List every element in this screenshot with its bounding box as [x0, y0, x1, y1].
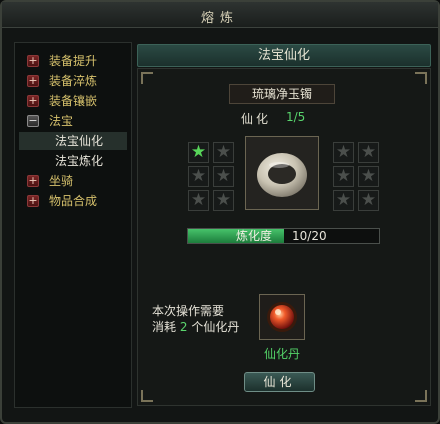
material-slot[interactable]	[259, 294, 305, 340]
star-slot-11: ★	[333, 190, 354, 211]
nav-item-treasure[interactable]: − 法宝	[25, 112, 129, 130]
jade-bracelet-icon	[257, 153, 307, 197]
nav-item-equip-upgrade[interactable]: + 装备提升	[25, 52, 129, 70]
requirement-line-1: 本次操作需要	[152, 304, 225, 318]
sub-item-label: 法宝仙化	[55, 134, 104, 148]
corner-ornament	[415, 390, 427, 402]
nav-item-item-synthesis[interactable]: + 物品合成	[25, 192, 129, 210]
nav-item-label: 装备淬炼	[49, 74, 98, 88]
nav-item-label: 物品合成	[49, 194, 98, 208]
star-slot-7: ★	[333, 142, 354, 163]
requirement-prefix: 消耗	[152, 320, 177, 334]
title-bar[interactable]: 熔炼	[2, 2, 438, 28]
sub-item-treasure-refine[interactable]: 法宝炼化	[19, 152, 127, 170]
nav-item-mount[interactable]: + 坐骑	[25, 172, 129, 190]
expand-plus-icon[interactable]: +	[27, 75, 39, 87]
material-name: 仙化丹	[263, 347, 300, 361]
star-slot-6: ★	[213, 190, 234, 211]
requirement-line-2: 消耗 2 个仙化丹	[152, 318, 239, 335]
expand-plus-icon[interactable]: +	[27, 195, 39, 207]
window-title: 熔炼	[200, 11, 239, 26]
requirement-suffix: 个仙化丹	[191, 320, 240, 334]
xianhua-level-label: 仙化	[241, 112, 272, 126]
nav-item-label: 装备提升	[49, 54, 98, 68]
elixir-pill-icon	[267, 302, 297, 332]
star-slot-9: ★	[333, 166, 354, 187]
star-slot-1: ★	[188, 142, 209, 163]
star-slot-5: ★	[188, 190, 209, 211]
star-slot-8: ★	[358, 142, 379, 163]
panel-header: 法宝仙化	[137, 44, 431, 67]
star-slot-3: ★	[188, 166, 209, 187]
item-name-label: 琉璃净玉镯	[229, 84, 335, 104]
refine-progress-label: 炼化度	[236, 229, 273, 243]
expand-plus-icon[interactable]: +	[27, 175, 39, 187]
star-slot-4: ★	[213, 166, 234, 187]
collapse-minus-icon[interactable]: −	[27, 115, 39, 127]
requirement-count: 2	[179, 320, 188, 334]
star-slot-12: ★	[358, 190, 379, 211]
nav-item-equip-inlay[interactable]: + 装备镶嵌	[25, 92, 129, 110]
nav-item-label: 装备镶嵌	[49, 94, 98, 108]
star-slot-2: ★	[213, 142, 234, 163]
treasure-item-slot[interactable]	[245, 136, 319, 210]
expand-plus-icon[interactable]: +	[27, 95, 39, 107]
nav-item-equip-temper[interactable]: + 装备淬炼	[25, 72, 129, 90]
corner-ornament	[141, 72, 153, 84]
sidebar-nav: + 装备提升 + 装备淬炼 + 装备镶嵌 − 法宝 法宝仙化 法宝炼化 + 坐骑…	[14, 42, 132, 408]
sub-item-label: 法宝炼化	[55, 154, 104, 168]
expand-plus-icon[interactable]: +	[27, 55, 39, 67]
corner-ornament	[141, 390, 153, 402]
star-slot-10: ★	[358, 166, 379, 187]
corner-ornament	[415, 72, 427, 84]
nav-item-label: 坐骑	[49, 174, 74, 188]
xianhua-level-value: 1/5	[286, 110, 306, 124]
sub-item-treasure-xianhua[interactable]: 法宝仙化	[19, 132, 127, 150]
xianhua-button[interactable]: 仙化	[244, 372, 315, 392]
nav-item-label: 法宝	[49, 114, 74, 128]
refine-progress-bar	[187, 228, 380, 244]
refine-progress-value: 10/20	[292, 229, 327, 243]
